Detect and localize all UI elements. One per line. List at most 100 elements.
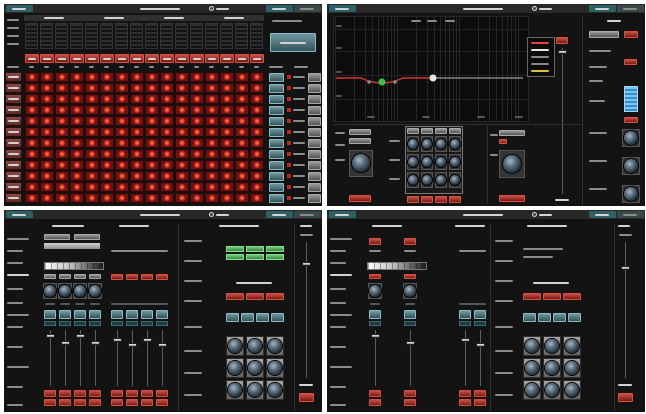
bypass-button[interactable] xyxy=(624,59,637,65)
group-select-button[interactable] xyxy=(459,390,471,397)
processing-knob[interactable] xyxy=(268,361,282,375)
processing-knob[interactable] xyxy=(228,361,242,375)
group-fader-handle[interactable] xyxy=(158,343,167,347)
channel-number-button[interactable] xyxy=(449,128,461,134)
processing-enable-button[interactable] xyxy=(543,293,561,300)
output-select-button[interactable] xyxy=(269,183,284,192)
processing-knob[interactable] xyxy=(565,339,579,353)
input-mute-button[interactable] xyxy=(349,195,371,202)
gain-knob[interactable] xyxy=(404,285,416,297)
processing-enable-button[interactable] xyxy=(563,293,581,300)
output-edit-button[interactable] xyxy=(308,183,321,192)
group-assign-button[interactable] xyxy=(474,310,486,319)
processing-knob[interactable] xyxy=(565,383,579,397)
group-mute-button[interactable] xyxy=(111,399,123,406)
processing-assign-button[interactable] xyxy=(241,313,254,322)
preset-button[interactable] xyxy=(226,254,244,260)
gain-knob[interactable] xyxy=(89,285,101,297)
processing-knob[interactable] xyxy=(228,339,242,353)
channel-select-button[interactable] xyxy=(74,390,86,397)
group-fader-handle[interactable] xyxy=(113,338,122,342)
master-mute-button[interactable] xyxy=(299,393,314,402)
output-select-button[interactable] xyxy=(269,84,284,93)
channel-route-button[interactable] xyxy=(89,321,101,326)
output-select-button[interactable] xyxy=(269,172,284,181)
source-select-button[interactable] xyxy=(404,238,416,245)
output-fader-handle[interactable] xyxy=(558,50,567,54)
output-edit-button[interactable] xyxy=(308,128,321,137)
channel-number-button[interactable] xyxy=(435,128,447,134)
channel-knob[interactable] xyxy=(422,175,432,185)
gain-knob[interactable] xyxy=(59,285,71,297)
channel-assign-button[interactable] xyxy=(74,310,86,319)
output-select-button[interactable] xyxy=(269,73,284,82)
channel-fader-handle[interactable] xyxy=(406,341,415,345)
output-select-button[interactable] xyxy=(499,130,525,136)
channel-mute-button[interactable] xyxy=(59,399,71,406)
gain-knob[interactable] xyxy=(74,285,86,297)
processing-knob[interactable] xyxy=(545,339,559,353)
output-mute-button[interactable] xyxy=(499,195,525,202)
preset-button[interactable] xyxy=(226,246,244,252)
channel-fader-handle[interactable] xyxy=(371,334,380,338)
channel-assign-button[interactable] xyxy=(404,310,416,319)
processing-knob[interactable] xyxy=(525,383,539,397)
channel-knob[interactable] xyxy=(408,139,418,149)
group-assign-button[interactable] xyxy=(156,310,168,319)
channel-toggle-button[interactable] xyxy=(369,274,381,279)
group-route-button[interactable] xyxy=(126,321,138,326)
preset-button[interactable] xyxy=(266,254,284,260)
group-fader-handle[interactable] xyxy=(461,338,470,342)
processing-assign-button[interactable] xyxy=(226,313,239,322)
group-select-button[interactable] xyxy=(141,390,153,397)
output-edit-button[interactable] xyxy=(308,84,321,93)
group-toggle-button[interactable] xyxy=(141,274,153,280)
channel-knob[interactable] xyxy=(436,139,446,149)
group-select-button[interactable] xyxy=(474,390,486,397)
group-mute-button[interactable] xyxy=(156,399,168,406)
channel-toggle-button[interactable] xyxy=(89,274,101,279)
processing-knob[interactable] xyxy=(228,383,242,397)
processing-knob[interactable] xyxy=(545,361,559,375)
output-edit-button[interactable] xyxy=(308,117,321,126)
output-select-button[interactable] xyxy=(269,117,284,126)
group-route-button[interactable] xyxy=(474,321,486,326)
group-select-button[interactable] xyxy=(126,390,138,397)
channel-mute-button[interactable] xyxy=(449,196,461,203)
group-mute-button[interactable] xyxy=(126,399,138,406)
processing-knob[interactable] xyxy=(545,383,559,397)
group-fader-handle[interactable] xyxy=(476,343,485,347)
output-level-knob[interactable] xyxy=(503,155,521,173)
output-edit-button[interactable] xyxy=(308,95,321,104)
channel-mute-button[interactable] xyxy=(369,399,381,406)
source-select-box[interactable] xyxy=(44,234,70,240)
processing-assign-button[interactable] xyxy=(256,313,269,322)
channel-route-button[interactable] xyxy=(404,321,416,326)
channel-fader-handle[interactable] xyxy=(76,334,85,338)
channel-knob[interactable] xyxy=(450,157,460,167)
processing-knob[interactable] xyxy=(565,361,579,375)
channel-knob[interactable] xyxy=(450,139,460,149)
channel-route-button[interactable] xyxy=(59,321,71,326)
processing-knob[interactable] xyxy=(248,361,262,375)
channel-toggle-button[interactable] xyxy=(74,274,86,279)
channel-number-button[interactable] xyxy=(421,128,433,134)
channel-route-button[interactable] xyxy=(369,321,381,326)
output-edit-button[interactable] xyxy=(308,139,321,148)
group-fader-handle[interactable] xyxy=(143,338,152,342)
channel-knob[interactable] xyxy=(436,175,446,185)
channel-select-button[interactable] xyxy=(59,390,71,397)
group-assign-button[interactable] xyxy=(126,310,138,319)
channel-assign-button[interactable] xyxy=(89,310,101,319)
processing-knob[interactable] xyxy=(525,361,539,375)
output-toggle-button[interactable] xyxy=(499,139,507,144)
preset-button[interactable] xyxy=(246,254,264,260)
eq-bandwidth-handle[interactable] xyxy=(367,80,371,84)
channel-toggle-button[interactable] xyxy=(59,274,71,279)
output-select-button[interactable] xyxy=(269,128,284,137)
output-edit-button[interactable] xyxy=(308,106,321,115)
parameter-knob[interactable] xyxy=(624,159,638,173)
channel-knob[interactable] xyxy=(450,175,460,185)
channel-mute-button[interactable] xyxy=(421,196,433,203)
output-select-button[interactable] xyxy=(269,194,284,203)
